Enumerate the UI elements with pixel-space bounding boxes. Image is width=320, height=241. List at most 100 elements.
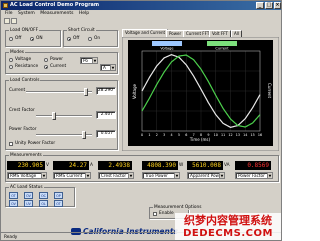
menu-bar: File System Measurements Help bbox=[1, 10, 281, 17]
reading-unit: A bbox=[90, 163, 93, 168]
save-icon[interactable] bbox=[11, 18, 17, 24]
reading-display: 2.4938 bbox=[98, 161, 132, 170]
unity-pf-checkbox[interactable] bbox=[9, 142, 13, 146]
enable-label: Enable bbox=[159, 211, 174, 216]
measurement-selector-label: True Power bbox=[145, 173, 168, 178]
x-tick-label: 11 bbox=[221, 133, 225, 137]
tab-all[interactable]: All bbox=[231, 30, 242, 37]
mode-power-radio[interactable] bbox=[44, 58, 48, 62]
mode-voltage-radio[interactable] bbox=[9, 58, 13, 62]
reading-display: 0.8569 bbox=[235, 161, 271, 170]
crest-slider-track[interactable] bbox=[36, 115, 92, 117]
maximize-button[interactable]: □ bbox=[265, 2, 273, 9]
y-axis-label-current: Current bbox=[267, 83, 272, 98]
load-controls-title: Load Controls bbox=[9, 78, 41, 83]
x-tick-label: 16 bbox=[258, 133, 262, 137]
x-tick-label: 15 bbox=[251, 133, 255, 137]
legend-swatch bbox=[152, 41, 182, 46]
mode-range-value: Po bbox=[83, 58, 88, 63]
tab-power[interactable]: Power bbox=[166, 30, 185, 37]
tab-volt-fft[interactable]: Volt FFT bbox=[209, 30, 231, 37]
app-icon bbox=[3, 3, 8, 8]
load-controls-group: Load Controls Current 28.290 Crest Facto… bbox=[5, 78, 118, 150]
measurement-selector-label: RMS Current bbox=[56, 173, 83, 178]
load-off-label: Off bbox=[15, 36, 22, 41]
x-tick-label: 14 bbox=[243, 133, 247, 137]
app-window: AC Load Control Demo Program _ □ × File … bbox=[0, 0, 282, 241]
ac-load-status-title: AC Load Status bbox=[9, 185, 44, 190]
mode-unit-combo[interactable]: A ▼ bbox=[100, 64, 116, 71]
current-slider-thumb[interactable] bbox=[84, 88, 88, 96]
load-on-radio[interactable] bbox=[30, 37, 34, 41]
tab-current-fft[interactable]: Current FFT bbox=[183, 30, 213, 37]
modes-title: Modes bbox=[9, 50, 25, 55]
open-icon[interactable] bbox=[4, 18, 10, 24]
short-circuit-group: Short Circuit Off On bbox=[63, 28, 118, 47]
chevron-down-icon: ▼ bbox=[267, 173, 272, 178]
x-tick-label: 6 bbox=[185, 133, 187, 137]
chevron-down-icon: ▼ bbox=[110, 65, 115, 70]
short-on-radio[interactable] bbox=[88, 37, 92, 41]
pf-slider-thumb[interactable] bbox=[82, 131, 86, 139]
x-tick-label: 4 bbox=[170, 133, 172, 137]
measurement-selector[interactable]: True Power ▼ bbox=[142, 172, 180, 179]
legend-label: Current bbox=[215, 47, 229, 51]
mode-current-radio[interactable] bbox=[44, 65, 48, 69]
enable-checkbox[interactable] bbox=[153, 212, 157, 216]
short-on-label: On bbox=[94, 36, 101, 41]
crest-value-field[interactable]: 2.407 bbox=[96, 111, 116, 119]
close-button[interactable]: × bbox=[274, 2, 281, 9]
mode-resistance-radio[interactable] bbox=[9, 65, 13, 69]
status-text: Ready bbox=[4, 235, 18, 240]
tab-voltage-current[interactable]: Voltage and Current bbox=[122, 29, 169, 37]
watermark: 织梦内容管理系统 DEDECMS.COM bbox=[175, 213, 281, 240]
current-label: Current bbox=[9, 88, 26, 93]
mode-unit-value: A bbox=[103, 65, 106, 70]
chevron-down-icon: ▼ bbox=[128, 173, 133, 178]
crest-slider-thumb[interactable] bbox=[52, 112, 56, 120]
menu-file[interactable]: File bbox=[5, 11, 13, 16]
measurement-selector[interactable]: Crest Factor ▼ bbox=[98, 172, 134, 179]
chevron-down-icon: ▼ bbox=[92, 58, 97, 63]
mode-range-combo[interactable]: Po ▼ bbox=[80, 57, 98, 64]
legend-swatch bbox=[207, 41, 237, 46]
chevron-down-icon: ▼ bbox=[41, 173, 46, 178]
menu-system[interactable]: System bbox=[18, 11, 35, 16]
status-led: UV bbox=[24, 200, 33, 207]
status-led: OT bbox=[54, 200, 63, 207]
short-off-label: Off bbox=[73, 36, 80, 41]
reading-unit: W bbox=[179, 163, 184, 168]
mode-current-label: Current bbox=[50, 64, 67, 69]
measurement-options-title: Measurement Options bbox=[153, 205, 203, 210]
current-slider-track[interactable] bbox=[26, 91, 92, 93]
menu-help[interactable]: Help bbox=[79, 11, 89, 16]
watermark-en: DEDECMS.COM bbox=[183, 228, 273, 239]
minimize-button[interactable]: _ bbox=[256, 2, 264, 9]
measurement-selector-label: Power Factor bbox=[238, 173, 265, 178]
unity-pf-label: Unity Power Factor bbox=[15, 141, 56, 146]
status-led: OV bbox=[9, 200, 18, 207]
x-tick-label: 2 bbox=[156, 133, 158, 137]
x-tick-label: 1 bbox=[148, 133, 150, 137]
current-value-field[interactable]: 28.290 bbox=[96, 87, 116, 95]
reading-display: 5610.008 bbox=[187, 161, 223, 170]
waveform-chart: Voltage Current 0 1 2 3 4 5 6 7 8 9 10 11 12 13 14 15 16 … bbox=[122, 37, 279, 151]
load-onoff-group: Load ON/OFF Off ON bbox=[5, 28, 61, 47]
status-led: OT bbox=[9, 192, 18, 199]
measurement-selector[interactable]: Power Factor ▼ bbox=[235, 172, 273, 179]
short-off-radio[interactable] bbox=[67, 37, 71, 41]
x-tick-label: 13 bbox=[236, 133, 240, 137]
load-off-radio[interactable] bbox=[9, 37, 13, 41]
window-title: AC Load Control Demo Program bbox=[10, 2, 100, 8]
short-circuit-title: Short Circuit bbox=[67, 28, 96, 33]
x-tick-label: 5 bbox=[178, 133, 180, 137]
mode-voltage-label: Voltage bbox=[15, 57, 32, 62]
measurement-selector[interactable]: RMS Current ▼ bbox=[53, 172, 91, 179]
menu-measurements[interactable]: Measurements bbox=[40, 11, 73, 16]
measurements-title: Measurements bbox=[9, 153, 43, 158]
power-factor-label: Power Factor bbox=[9, 127, 37, 132]
measurement-selector[interactable]: RMS Voltage ▼ bbox=[7, 172, 47, 179]
chart-background bbox=[128, 40, 273, 146]
measurement-selector[interactable]: Apparent Power ▼ bbox=[187, 172, 225, 179]
pf-value-field[interactable]: 0.057 bbox=[96, 130, 116, 138]
